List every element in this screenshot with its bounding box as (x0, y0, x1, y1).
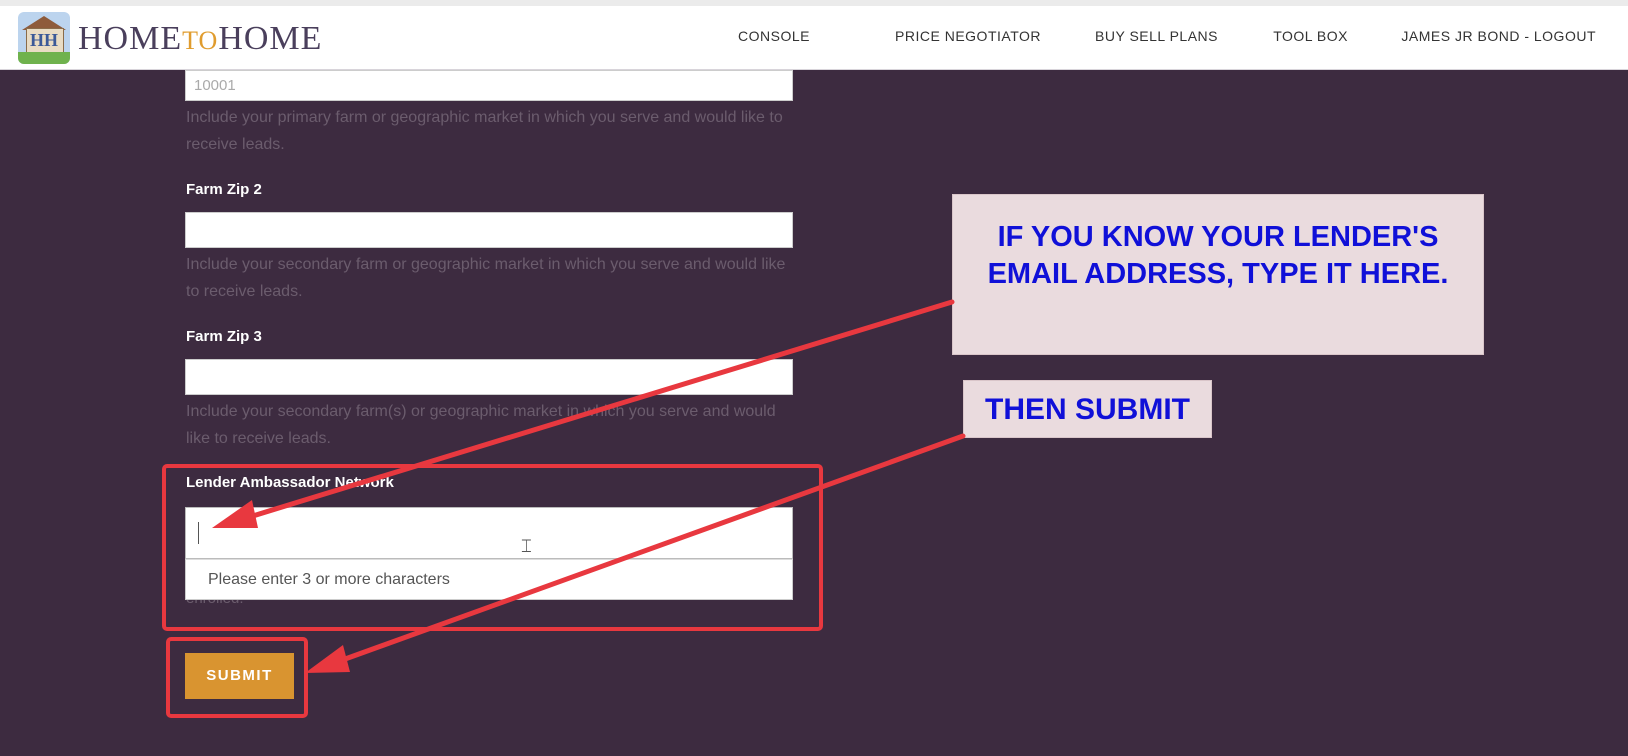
submit-instruction-callout: THEN SUBMIT (963, 380, 1212, 438)
home-logo-icon[interactable]: HH (18, 12, 70, 64)
farm-zip-2-label: Farm Zip 2 (186, 181, 262, 198)
nav-logout[interactable]: JAMES JR BOND - LOGOUT (1401, 28, 1596, 44)
nav-console[interactable]: CONSOLE (738, 28, 810, 44)
brand-logo-text[interactable]: HOMETOHOME (78, 20, 322, 58)
farm-zip-1-hint: Include your primary farm or geographic … (186, 109, 783, 153)
lender-instruction-callout: IF YOU KNOW YOUR LENDER'S EMAIL ADDRESS,… (952, 194, 1484, 355)
farm-zip-3-label: Farm Zip 3 (186, 328, 262, 345)
arrow-head-submit-icon (305, 645, 350, 673)
top-navigation-bar: HH HOMETOHOME CONSOLE PRICE NEGOTIATOR B… (0, 0, 1628, 70)
farm-zip-3-input[interactable] (185, 359, 793, 395)
nav-price-negotiator[interactable]: PRICE NEGOTIATOR (895, 28, 1041, 44)
farm-zip-1-input[interactable]: 10001 (185, 70, 793, 101)
farm-zip-2-input[interactable] (185, 212, 793, 248)
submit-highlight-box (166, 637, 308, 718)
nav-buy-sell-plans[interactable]: BUY SELL PLANS (1095, 28, 1218, 44)
logo-letters: HH (29, 30, 58, 50)
nav-tool-box[interactable]: TOOL BOX (1273, 28, 1348, 44)
farm-zip-3-hint: Include your secondary farm(s) or geogra… (186, 403, 776, 447)
farm-zip-2-hint: Include your secondary farm or geographi… (186, 256, 786, 300)
lender-highlight-box (162, 464, 823, 631)
